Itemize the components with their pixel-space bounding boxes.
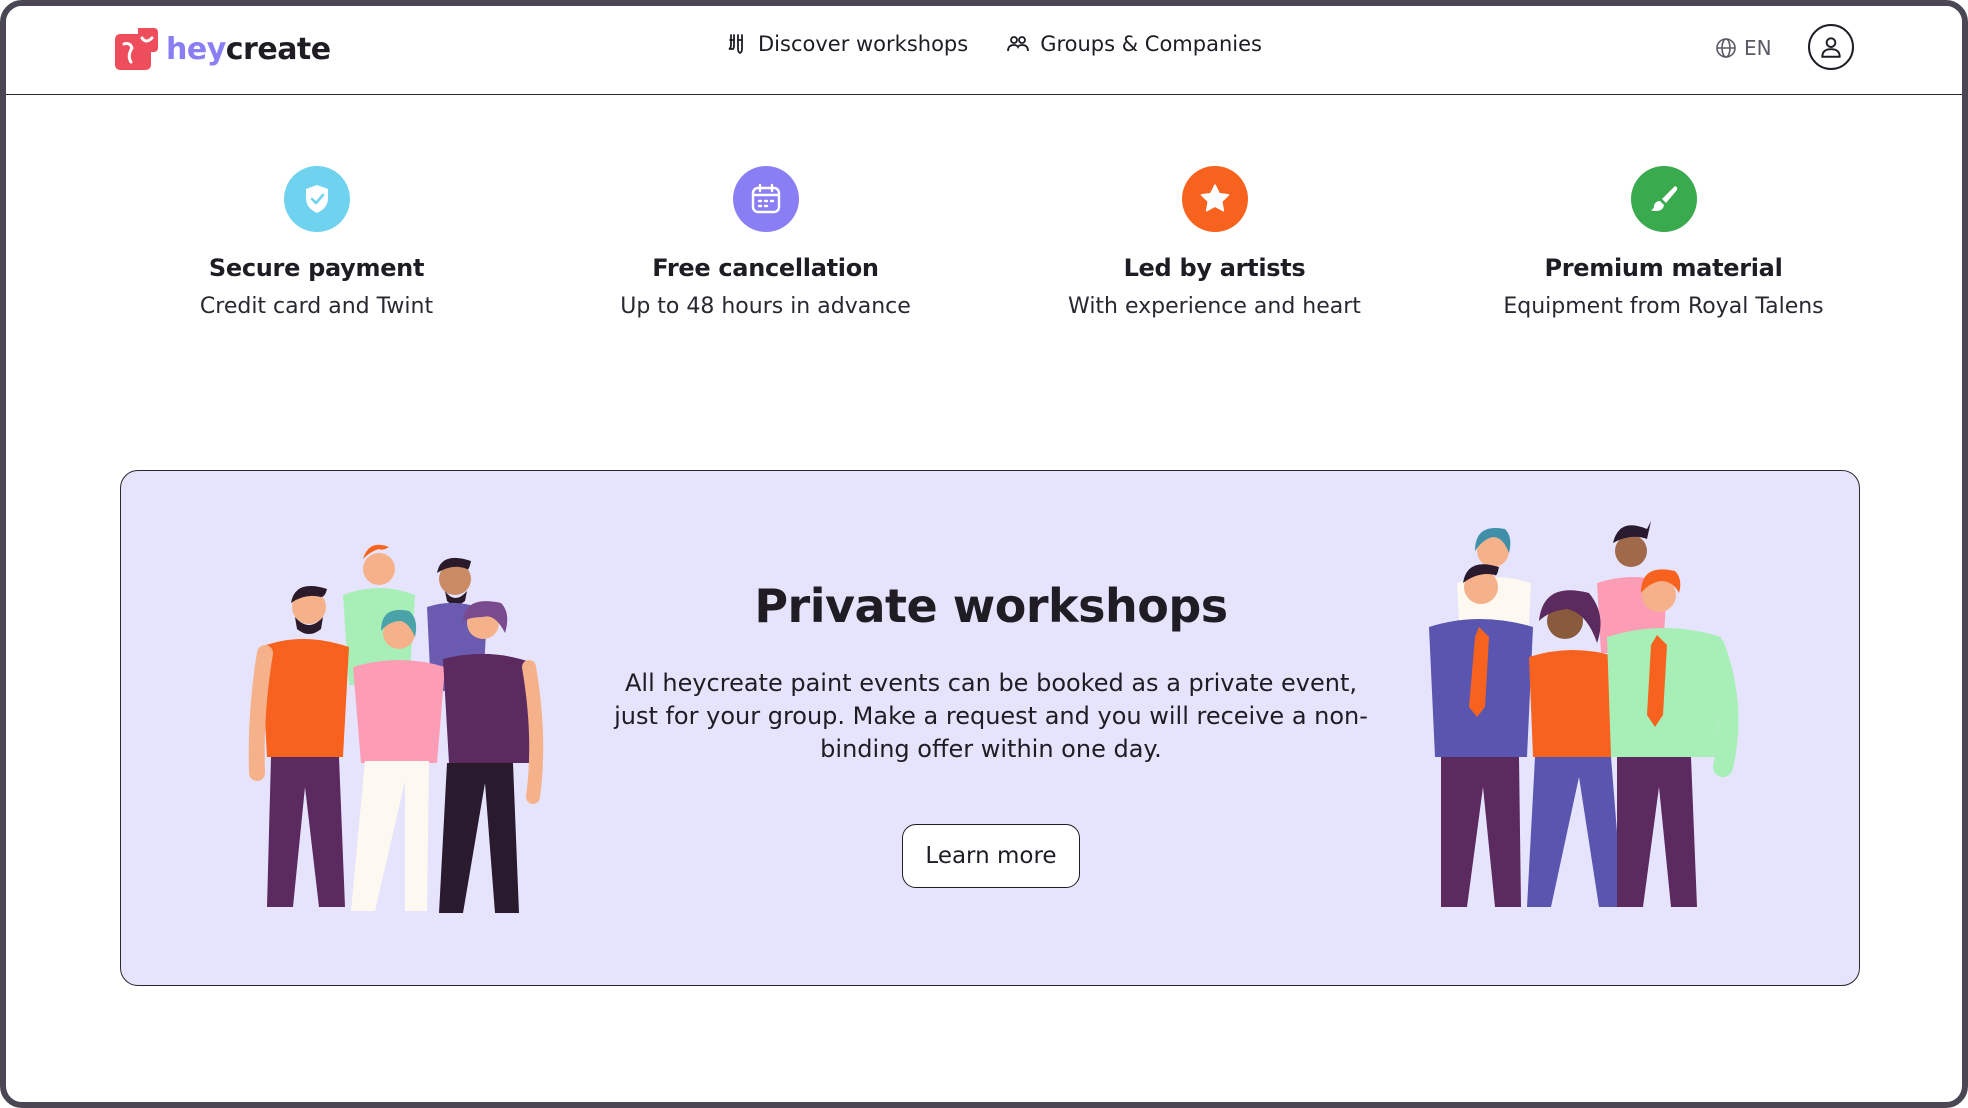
feature-free-cancellation: Free cancellation Up to 48 hours in adva…	[541, 166, 990, 319]
site-header: heycreate Discover workshops Groups & Co…	[6, 6, 1962, 95]
logo-icon	[115, 28, 158, 70]
banner-description: All heycreate paint events can be booked…	[614, 669, 1368, 763]
group-illustration-right	[1429, 521, 1739, 907]
banner-content: Private workshops All heycreate paint ev…	[591, 579, 1391, 888]
language-label: EN	[1744, 36, 1772, 60]
feature-secure-payment: Secure payment Credit card and Twint	[92, 166, 541, 319]
group-icon	[1007, 36, 1030, 52]
main-nav: Discover workshops Groups & Companies	[724, 32, 1262, 56]
group-illustration-left	[248, 544, 544, 913]
feature-subtitle: Equipment from Royal Talens	[1503, 294, 1824, 319]
feature-list: Secure payment Credit card and Twint Fre…	[92, 166, 1888, 319]
star-icon	[1200, 184, 1229, 212]
language-switcher[interactable]: EN	[1714, 36, 1772, 60]
feature-title: Free cancellation	[652, 254, 879, 282]
feature-title: Secure payment	[208, 254, 425, 282]
logo[interactable]: heycreate	[114, 26, 331, 72]
logo-hey: hey	[166, 31, 226, 67]
feature-title: Premium material	[1544, 254, 1783, 282]
private-workshops-banner: Private workshops All heycreate paint ev…	[120, 470, 1860, 986]
feature-subtitle: With experience and heart	[1068, 294, 1361, 319]
nav-groups-companies[interactable]: Groups & Companies	[1006, 32, 1262, 56]
nav-groups-label: Groups & Companies	[1040, 32, 1262, 56]
user-icon	[1821, 37, 1841, 58]
feature-subtitle: Up to 48 hours in advance	[620, 294, 911, 319]
feature-icon-bg	[732, 166, 799, 232]
paintbrush-icon	[1650, 186, 1677, 211]
feature-icon-bg	[1630, 166, 1697, 232]
feature-subtitle: Credit card and Twint	[199, 294, 434, 319]
nav-discover-label: Discover workshops	[758, 32, 969, 56]
browser-frame: heycreate Discover workshops Groups & Co…	[0, 0, 1968, 1108]
logo-wordmark: heycreate	[166, 32, 331, 67]
learn-more-button[interactable]: Learn more	[902, 824, 1080, 888]
shield-check-icon	[305, 185, 328, 213]
globe-icon	[1716, 38, 1736, 58]
feature-icon-bg	[1181, 166, 1248, 232]
nav-discover-workshops[interactable]: Discover workshops	[724, 32, 968, 56]
calendar-icon	[751, 183, 780, 214]
account-button[interactable]	[1808, 24, 1854, 70]
feature-premium-material: Premium material Equipment from Royal Ta…	[1439, 166, 1888, 319]
feature-icon-bg	[283, 166, 350, 232]
banner-title: Private workshops	[754, 579, 1228, 633]
feature-led-by-artists: Led by artists With experience and heart	[990, 166, 1439, 319]
feature-title: Led by artists	[1123, 254, 1306, 282]
logo-create: create	[225, 31, 331, 67]
paintbrush-icon	[728, 34, 743, 55]
